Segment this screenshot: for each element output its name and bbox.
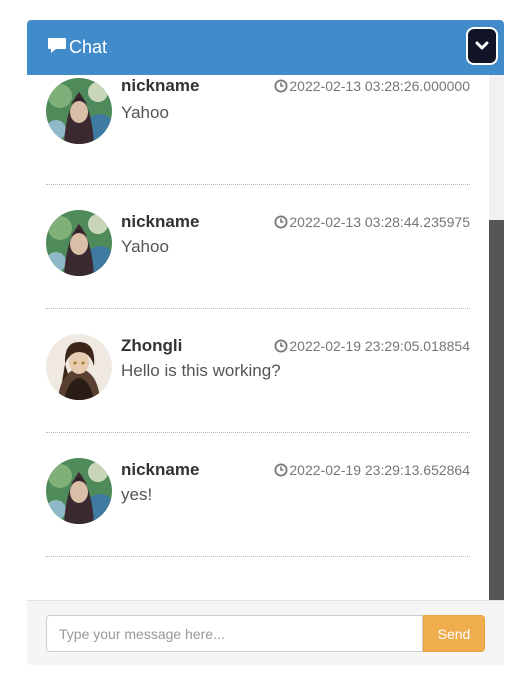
- message-input[interactable]: [46, 615, 423, 652]
- message-timestamp: 2022-02-19 23:29:13.652864: [274, 462, 470, 478]
- message-item: nickname 2022-02-19 23:29:13.652864 yes!: [46, 432, 470, 557]
- message-timestamp: 2022-02-13 03:28:44.235975: [274, 214, 470, 230]
- sender-name: Zhongli: [121, 336, 183, 355]
- clock-icon: [274, 339, 288, 353]
- sender-name: nickname: [121, 460, 200, 479]
- chevron-down-icon: [475, 41, 489, 50]
- message-composer: Send: [27, 600, 504, 665]
- user-avatar: [46, 78, 112, 144]
- chat-header: Chat: [27, 20, 504, 75]
- message-item: Zhongli 2022-02-19 23:29:05.018854 Hello…: [46, 308, 470, 433]
- user-avatar: [46, 334, 112, 400]
- user-avatar: [46, 458, 112, 524]
- message-item: nickname 2022-02-13 03:28:26.000000 Yaho…: [46, 75, 470, 185]
- chat-panel: Chat nickname 2022-02-13 03:28:26.000000…: [27, 20, 504, 665]
- message-timestamp: 2022-02-13 03:28:26.000000: [274, 78, 470, 94]
- sender-name: nickname: [121, 212, 200, 231]
- scrollbar-thumb[interactable]: [489, 220, 504, 600]
- comment-icon: [48, 38, 66, 53]
- user-avatar: [46, 210, 112, 276]
- message-timestamp: 2022-02-19 23:29:05.018854: [274, 338, 470, 354]
- clock-icon: [274, 79, 288, 93]
- message-text: yes!: [121, 485, 153, 504]
- collapse-toggle-button[interactable]: [466, 27, 498, 65]
- sender-name: nickname: [121, 76, 200, 95]
- clock-icon: [274, 463, 288, 477]
- message-item: nickname 2022-02-13 03:28:44.235975 Yaho…: [46, 184, 470, 309]
- chat-title: Chat: [69, 37, 108, 57]
- message-text: Yahoo: [121, 237, 169, 256]
- send-button[interactable]: Send: [423, 615, 485, 652]
- message-text: Hello is this working?: [121, 361, 281, 380]
- message-text: Yahoo: [121, 103, 169, 122]
- message-area[interactable]: nickname 2022-02-13 03:28:26.000000 Yaho…: [27, 75, 504, 600]
- clock-icon: [274, 215, 288, 229]
